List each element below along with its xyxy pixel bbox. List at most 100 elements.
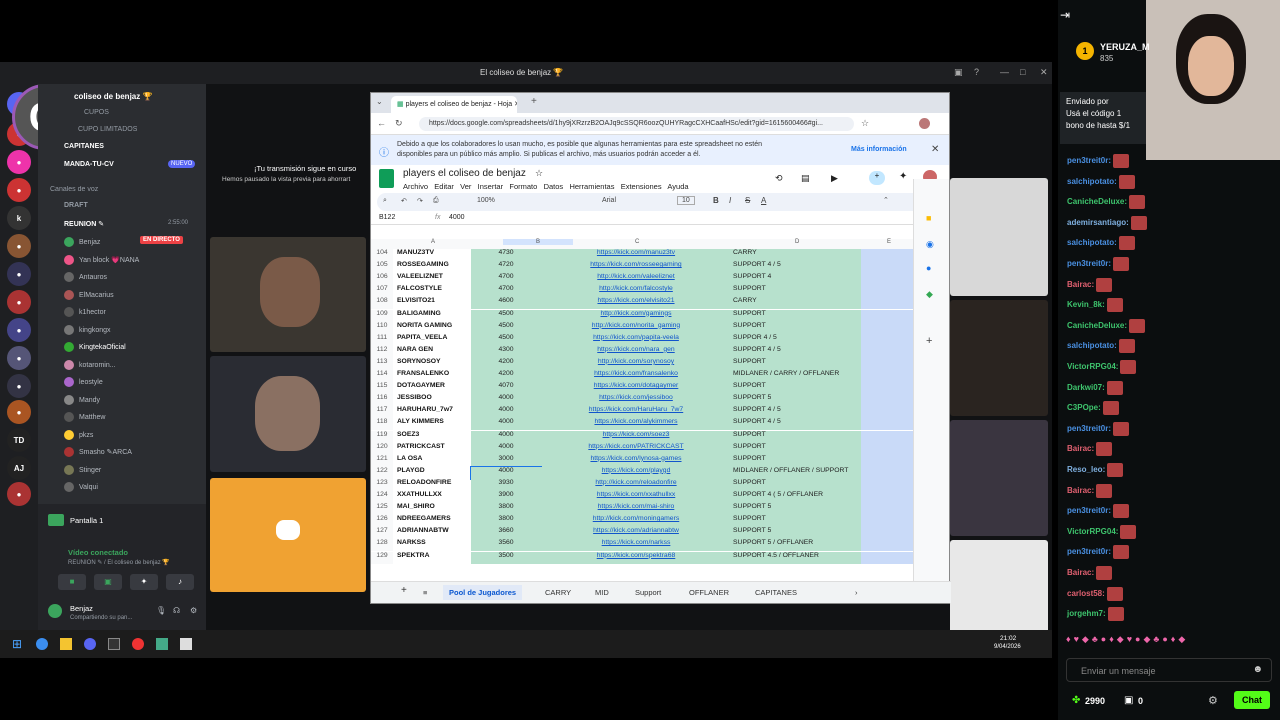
chat-message[interactable]: Bairac:: [1067, 566, 1113, 580]
table-cell[interactable]: https://kick.com/elvisito21: [541, 297, 731, 310]
table-cell[interactable]: [861, 430, 913, 443]
maximize-icon[interactable]: □: [1020, 67, 1025, 77]
table-cell[interactable]: https://kick.com/lynosa-games: [541, 454, 731, 467]
table-cell[interactable]: SUPPORT 4 / 5: [731, 261, 861, 274]
table-cell[interactable]: SUPPOR 4 / 5: [731, 333, 861, 346]
table-row[interactable]: 115 DOTAGAYMER 4070 https://kick.com/dotaga…: [371, 382, 913, 395]
chat-message[interactable]: pen3treit0r:: [1067, 154, 1130, 168]
chat-username[interactable]: salchipotato:: [1067, 239, 1117, 248]
chat-username[interactable]: Kevin_8k:: [1067, 300, 1105, 309]
back-icon[interactable]: ←: [377, 118, 386, 128]
row-number[interactable]: 126: [371, 515, 393, 528]
settings-icon[interactable]: ⚙: [190, 606, 197, 615]
chat-username[interactable]: CanicheDeluxe:: [1067, 197, 1127, 206]
row-number[interactable]: 110: [371, 321, 393, 334]
new-tab-icon[interactable]: +: [531, 96, 537, 107]
maps-icon[interactable]: ◆: [926, 289, 933, 300]
search-icon[interactable]: ⌕: [383, 197, 387, 205]
chat-message[interactable]: pen3treit0r:: [1067, 257, 1130, 271]
table-cell[interactable]: SUPPORT 4 / 5: [731, 345, 861, 358]
channel-item[interactable]: MANDA-TU-CV: [64, 161, 114, 168]
windows-start-icon[interactable]: ⊞: [12, 637, 22, 651]
column-header[interactable]: A: [431, 239, 435, 245]
table-cell[interactable]: SUPPORT: [731, 515, 861, 528]
table-cell[interactable]: SUPPORT 4 ( 5 / OFFLANER: [731, 491, 861, 503]
table-cell[interactable]: SUPPORT: [731, 285, 861, 298]
column-header[interactable]: B: [503, 239, 573, 245]
table-cell[interactable]: DOTAGAYMER: [397, 382, 471, 389]
server-icon[interactable]: ●: [7, 262, 31, 286]
table-row[interactable]: 118 ALY KIMMERS 4000 https://kick.com/alyki…: [371, 418, 913, 431]
bookmark-icon[interactable]: ☆: [861, 118, 869, 129]
chat-username[interactable]: pen3treit0r:: [1067, 259, 1111, 268]
row-number[interactable]: 105: [371, 261, 393, 274]
table-cell[interactable]: 4720: [471, 261, 541, 274]
comment-icon[interactable]: ▤: [801, 173, 810, 184]
table-cell[interactable]: ALY KIMMERS: [397, 418, 471, 425]
table-cell[interactable]: http://kick.com/gamings: [541, 309, 731, 322]
table-row[interactable]: 129 SPEKTRA 3500 https://kick.com/spektra68…: [371, 551, 913, 564]
table-row[interactable]: 125 MAI_SHIRO 3800 https://kick.com/mai-shi…: [371, 503, 913, 516]
server-icon[interactable]: ●: [7, 150, 31, 174]
table-cell[interactable]: [861, 333, 913, 346]
table-cell[interactable]: 4600: [471, 297, 541, 310]
tab-offlaner[interactable]: OFFLANER: [689, 588, 729, 597]
table-cell[interactable]: PAPITA_VEELA: [397, 334, 471, 341]
server-name[interactable]: coliseo de benjaz 🏆: [74, 92, 152, 101]
chat-message[interactable]: VictorRPG04:: [1067, 360, 1137, 374]
italic-icon[interactable]: I: [729, 196, 731, 205]
table-row[interactable]: 121 LA OSA 3000 https://kick.com/lynosa-gam…: [371, 454, 913, 467]
channel-points[interactable]: 2990: [1085, 696, 1105, 706]
table-cell[interactable]: SUPPORT 5: [731, 394, 861, 407]
chat-username[interactable]: salchipotato:: [1067, 342, 1117, 351]
chat-username[interactable]: VictorRPG04:: [1067, 362, 1118, 371]
table-cell[interactable]: SUPPORT 4 / 5: [731, 406, 861, 419]
voice-user[interactable]: Stinger: [64, 465, 101, 477]
row-number[interactable]: 129: [371, 551, 393, 564]
participant-camera[interactable]: [950, 300, 1048, 416]
table-cell[interactable]: FALCOSTYLE: [397, 285, 471, 292]
chat-username[interactable]: pen3treit0r:: [1067, 424, 1111, 433]
table-cell[interactable]: [861, 406, 913, 419]
table-cell[interactable]: PATRICKCAST: [397, 443, 471, 450]
chat-message[interactable]: Bairac:: [1067, 442, 1113, 457]
collapse-icon[interactable]: ⌃: [883, 196, 889, 204]
table-cell[interactable]: NARA GEN: [397, 346, 471, 353]
table-cell[interactable]: SUPPORT: [731, 478, 861, 491]
table-cell[interactable]: MIDLANER / OFFLANER / SUPPORT: [731, 466, 861, 479]
table-cell[interactable]: SUPPORT: [731, 309, 861, 322]
table-cell[interactable]: 3800: [471, 515, 541, 528]
top-user[interactable]: YERUZA_M: [1100, 42, 1150, 52]
table-cell[interactable]: 4000: [471, 442, 541, 455]
table-row[interactable]: 124 XXATHULLXX 3900 https://kick.com/xxathu…: [371, 491, 913, 503]
share-button[interactable]: ▣: [94, 574, 122, 590]
table-cell[interactable]: 3560: [471, 539, 541, 552]
table-cell[interactable]: 4000: [471, 418, 541, 431]
chat-input[interactable]: Enviar un mensaje ☻: [1066, 658, 1272, 682]
chat-username[interactable]: Bairac:: [1067, 445, 1094, 454]
reload-icon[interactable]: ↻: [395, 118, 403, 129]
add-addon-icon[interactable]: +: [926, 335, 932, 347]
channel-reunion[interactable]: REUNION ✎: [64, 220, 104, 228]
close-icon[interactable]: ✕: [931, 144, 939, 155]
row-number[interactable]: 125: [371, 503, 393, 516]
print-icon[interactable]: ⎙: [433, 197, 439, 205]
table-cell[interactable]: HARUHARU_7w7: [397, 406, 471, 413]
bold-icon[interactable]: B: [713, 196, 719, 205]
tab-list-icon[interactable]: ⌄: [376, 97, 383, 106]
chat-message[interactable]: pen3treit0r:: [1067, 421, 1130, 436]
row-number[interactable]: 121: [371, 454, 393, 467]
table-cell[interactable]: https://kick.com/manuz3tv: [541, 249, 731, 261]
table-cell[interactable]: [861, 273, 913, 286]
row-number[interactable]: 113: [371, 357, 393, 370]
table-cell[interactable]: SUPPORT 4 / 5: [731, 418, 861, 431]
row-number[interactable]: 112: [371, 345, 393, 358]
table-cell[interactable]: 4070: [471, 382, 541, 395]
table-row[interactable]: 117 HARUHARU_7w7 4000 https://kick.com/Haru…: [371, 406, 913, 419]
table-cell[interactable]: http://kick.com/norita_gaming: [541, 321, 731, 334]
table-cell[interactable]: [861, 418, 913, 431]
menu-format[interactable]: Formato: [509, 182, 537, 191]
table-cell[interactable]: PLAYGD: [397, 467, 471, 474]
scroll-right-icon[interactable]: ›: [855, 588, 858, 597]
chat-message[interactable]: carlost58:: [1067, 586, 1123, 601]
